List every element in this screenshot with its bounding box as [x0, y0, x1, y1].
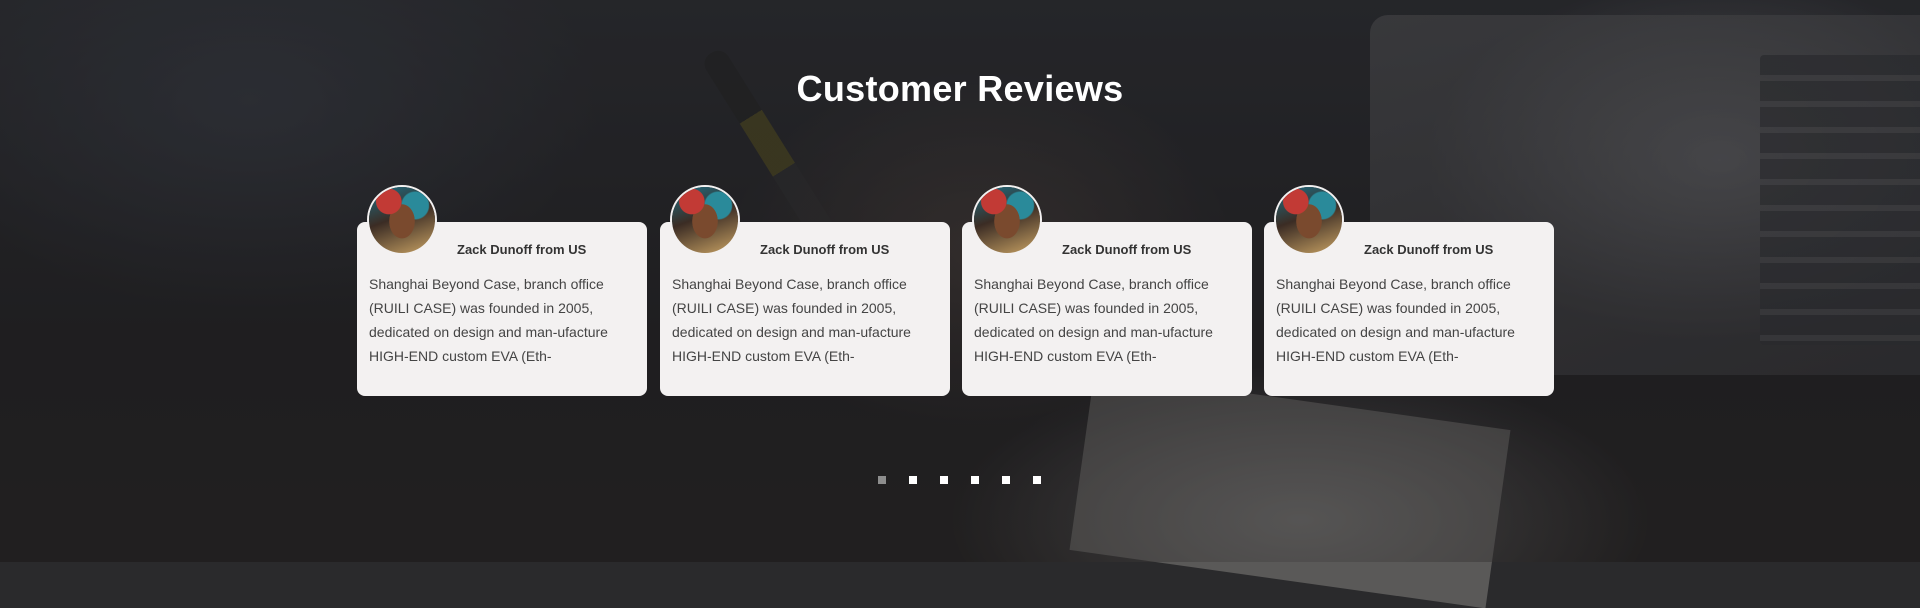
review-card: Zack Dunoff from US Shanghai Beyond Case…	[962, 187, 1252, 396]
avatar	[974, 187, 1040, 253]
carousel-pagination	[878, 476, 1041, 484]
carousel-dot[interactable]	[1033, 476, 1041, 484]
review-text: Shanghai Beyond Case, branch office (RUI…	[369, 276, 608, 364]
review-card: Zack Dunoff from US Shanghai Beyond Case…	[660, 187, 950, 396]
carousel-dot[interactable]	[1002, 476, 1010, 484]
review-author: Zack Dunoff from US	[1364, 242, 1494, 257]
review-author: Zack Dunoff from US	[1062, 242, 1192, 257]
review-author: Zack Dunoff from US	[457, 242, 587, 257]
review-author: Zack Dunoff from US	[760, 242, 890, 257]
review-text: Shanghai Beyond Case, branch office (RUI…	[1276, 276, 1515, 364]
review-text: Shanghai Beyond Case, branch office (RUI…	[672, 276, 911, 364]
avatar	[672, 187, 738, 253]
review-text: Shanghai Beyond Case, branch office (RUI…	[974, 276, 1213, 364]
avatar	[369, 187, 435, 253]
carousel-dot[interactable]	[909, 476, 917, 484]
avatar	[1276, 187, 1342, 253]
carousel-dot[interactable]	[940, 476, 948, 484]
carousel-dot[interactable]	[878, 476, 886, 484]
review-card: Zack Dunoff from US Shanghai Beyond Case…	[357, 187, 647, 396]
review-card: Zack Dunoff from US Shanghai Beyond Case…	[1264, 187, 1554, 396]
carousel-dot[interactable]	[971, 476, 979, 484]
section-title: Customer Reviews	[796, 68, 1124, 109]
